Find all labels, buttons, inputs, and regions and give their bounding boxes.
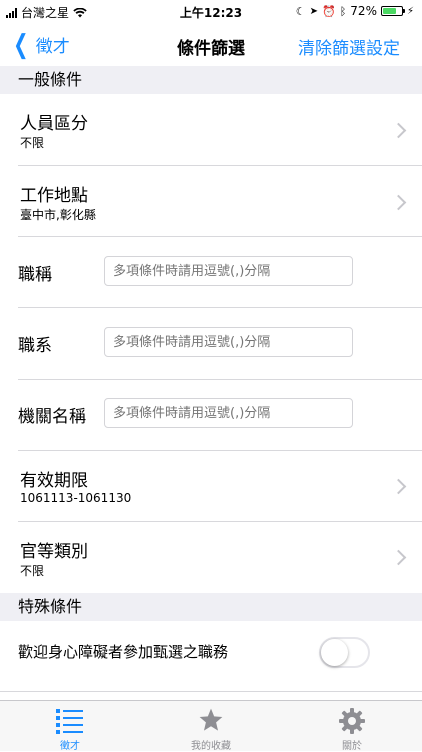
agency-name-input[interactable] — [104, 398, 353, 428]
bluetooth-icon: ᛒ — [339, 4, 347, 18]
row-rank-category[interactable]: 官等類別 不限 — [18, 522, 422, 593]
row-personnel-type[interactable]: 人員區分 不限 — [18, 94, 422, 166]
battery-percent: 72% — [350, 4, 377, 18]
row-validity-period[interactable]: 有效期限 1061113-1061130 — [18, 451, 422, 522]
battery-icon — [380, 6, 405, 16]
job-title-input[interactable] — [104, 256, 353, 286]
back-button[interactable]: ❮ 徵才 — [10, 29, 70, 60]
job-series-input[interactable] — [104, 327, 353, 357]
status-bar: 台灣之星 上午12:23 ☾ ➤ ⏰ ᛒ 72% ⚡ — [0, 0, 422, 24]
tab-about[interactable]: 關於 — [282, 701, 422, 752]
row-value: 1061113-1061130 — [20, 491, 132, 505]
row-label: 職稱 — [18, 265, 52, 285]
moon-icon: ☾ — [295, 4, 306, 18]
gear-icon — [339, 708, 365, 734]
tab-bar: 徵才 我的收藏 關於 — [0, 700, 422, 752]
tab-recruitment[interactable]: 徵才 — [0, 701, 140, 752]
chevron-left-icon: ❮ — [13, 29, 29, 60]
row-work-location[interactable]: 工作地點 臺中市,彰化縣 — [18, 166, 422, 237]
row-agency-name: 機關名稱 — [18, 380, 422, 451]
chevron-right-icon — [390, 122, 407, 139]
row-title: 有效期限 — [20, 471, 88, 491]
charging-icon: ⚡ — [406, 5, 414, 17]
location-arrow-icon: ➤ — [309, 5, 318, 17]
row-title: 官等類別 — [20, 542, 88, 562]
section-header-general: 一般條件 — [0, 66, 422, 94]
disability-toggle[interactable] — [319, 637, 370, 668]
row-job-series: 職系 — [18, 308, 422, 380]
tab-favorites[interactable]: 我的收藏 — [141, 701, 281, 752]
chevron-right-icon — [390, 549, 407, 566]
row-disability-welcome: 歡迎身心障礙者參加甄選之職務 — [0, 621, 422, 692]
row-value: 不限 — [20, 136, 45, 150]
row-title: 人員區分 — [20, 114, 88, 134]
back-button-label: 徵才 — [35, 37, 70, 57]
clear-filters-button[interactable]: 清除篩選設定 — [298, 34, 400, 59]
row-title: 工作地點 — [20, 186, 88, 206]
chevron-right-icon — [390, 478, 407, 495]
row-label: 歡迎身心障礙者參加甄選之職務 — [18, 643, 229, 661]
row-value: 臺中市,彰化縣 — [20, 208, 96, 222]
section-header-special: 特殊條件 — [0, 593, 422, 621]
status-right: ☾ ➤ ⏰ ᛒ 72% ⚡ — [296, 4, 414, 18]
row-job-title: 職稱 — [18, 237, 422, 308]
navigation-bar: ❮ 徵才 條件篩選 清除篩選設定 — [0, 24, 422, 66]
list-icon — [56, 709, 83, 734]
star-icon — [199, 708, 223, 731]
row-value: 不限 — [20, 564, 45, 578]
row-label: 職系 — [18, 336, 52, 356]
toggle-knob — [321, 639, 348, 666]
row-label: 機關名稱 — [18, 407, 86, 427]
alarm-icon: ⏰ — [321, 4, 336, 18]
chevron-right-icon — [390, 194, 407, 211]
